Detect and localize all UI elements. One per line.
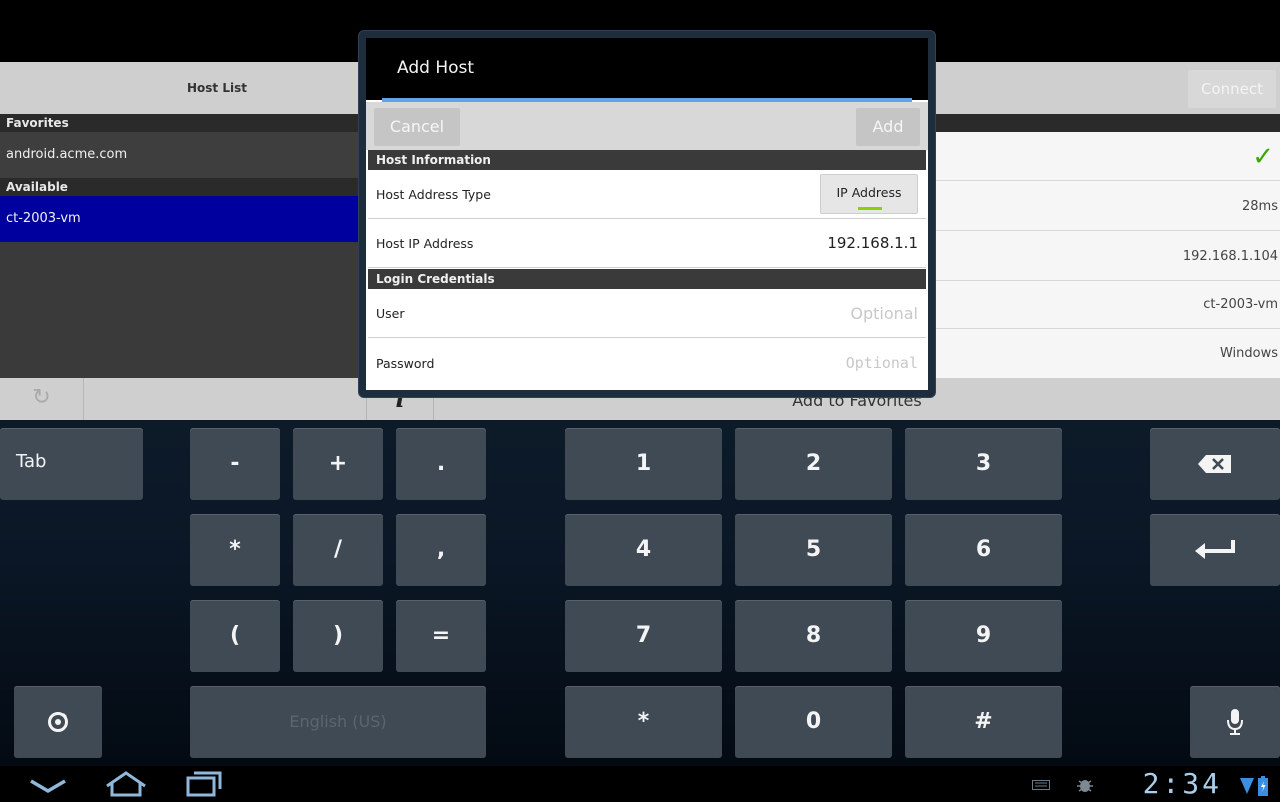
host-ip-address-label: Host IP Address [376, 236, 474, 251]
key-7[interactable]: 7 [565, 600, 722, 672]
password-input[interactable]: Optional [846, 339, 918, 388]
backspace-icon [1198, 455, 1231, 473]
key-close-paren[interactable]: ) [293, 600, 383, 672]
key-settings[interactable] [14, 686, 102, 758]
key-label: , [436, 537, 446, 562]
password-label: Password [376, 356, 435, 371]
cancel-button[interactable]: Cancel [374, 108, 460, 146]
enter-icon [1195, 540, 1235, 559]
key-label: 4 [635, 537, 652, 562]
android-debug-icon [1077, 780, 1093, 792]
wifi-icon [1240, 778, 1254, 794]
detail-latency-value: 28ms [1242, 199, 1278, 214]
login-credentials-section-header: Login Credentials [368, 269, 926, 289]
key-backspace[interactable] [1150, 428, 1280, 500]
key-minus[interactable]: - [190, 428, 280, 500]
clock: 2:34 [1142, 767, 1222, 800]
key-0[interactable]: 0 [735, 686, 892, 758]
key-5[interactable]: 5 [735, 514, 892, 586]
password-row: Password Optional [368, 339, 926, 388]
key-period[interactable]: . [396, 428, 486, 500]
battery-icon [1258, 776, 1268, 796]
keyboard-icon [1032, 780, 1050, 790]
key-label: 6 [975, 537, 992, 562]
key-star[interactable]: * [565, 686, 722, 758]
key-microphone[interactable] [1190, 686, 1280, 758]
space-key-label: English (US) [289, 712, 387, 731]
dialog-button-bar: Cancel Add [366, 102, 928, 150]
key-4[interactable]: 4 [565, 514, 722, 586]
host-address-type-toggle[interactable]: IP Address [820, 174, 918, 214]
detail-hostname-value: ct-2003-vm [1203, 297, 1278, 312]
dialog-title: Add Host [397, 58, 475, 78]
key-label: + [328, 451, 348, 476]
host-information-section-header: Host Information [368, 150, 926, 170]
recent-apps-icon[interactable] [186, 770, 222, 798]
host-ip-address-row: Host IP Address 192.168.1.1 [368, 219, 926, 268]
key-label: 0 [805, 709, 822, 734]
host-ip-address-input[interactable]: 192.168.1.1 [827, 219, 918, 268]
key-hash[interactable]: # [905, 686, 1062, 758]
checkmark-icon: ✓ [1252, 142, 1274, 172]
key-label: . [436, 451, 446, 476]
key-asterisk[interactable]: * [190, 514, 280, 586]
key-label: # [974, 709, 993, 734]
key-comma[interactable]: , [396, 514, 486, 586]
settings-icon [48, 712, 68, 732]
key-2[interactable]: 2 [735, 428, 892, 500]
refresh-icon: ↻ [32, 385, 51, 410]
user-input[interactable]: Optional [850, 289, 918, 338]
detail-ip-value: 192.168.1.104 [1182, 249, 1278, 264]
system-navigation-bar: 2:34 [0, 766, 1280, 802]
back-icon[interactable] [28, 776, 68, 796]
key-label: * [637, 709, 650, 734]
refresh-button[interactable]: ↻ [0, 378, 84, 420]
key-label: 1 [635, 451, 652, 476]
key-tab-label: Tab [16, 451, 47, 472]
toggle-indicator [858, 207, 882, 210]
key-label: = [431, 623, 451, 648]
user-label: User [376, 306, 405, 321]
key-open-paren[interactable]: ( [190, 600, 280, 672]
key-label: ) [332, 623, 344, 648]
add-button[interactable]: Add [856, 108, 920, 146]
key-tab[interactable]: Tab [0, 428, 143, 500]
microphone-icon [1227, 709, 1243, 735]
key-8[interactable]: 8 [735, 600, 892, 672]
key-label: 2 [805, 451, 822, 476]
host-address-type-row: Host Address Type IP Address [368, 170, 926, 219]
key-label: 7 [635, 623, 652, 648]
key-slash[interactable]: / [293, 514, 383, 586]
host-address-type-value: IP Address [836, 185, 902, 200]
key-label: 5 [805, 537, 822, 562]
key-label: 3 [975, 451, 992, 476]
key-label: / [333, 537, 343, 562]
connect-button[interactable]: Connect [1188, 70, 1276, 108]
key-label: 8 [805, 623, 822, 648]
key-equals[interactable]: = [396, 600, 486, 672]
detail-os-value: Windows [1219, 346, 1278, 361]
key-label: ( [229, 623, 241, 648]
key-space[interactable]: English (US) [190, 686, 486, 758]
dialog-title-bar: Add Host [366, 38, 928, 100]
key-plus[interactable]: + [293, 428, 383, 500]
key-label: - [230, 451, 240, 476]
key-1[interactable]: 1 [565, 428, 722, 500]
home-icon[interactable] [104, 770, 148, 798]
key-label: * [229, 537, 241, 562]
key-enter[interactable] [1150, 514, 1280, 586]
add-host-dialog: Add Host Cancel Add Host Information Hos… [366, 38, 928, 390]
key-3[interactable]: 3 [905, 428, 1062, 500]
key-label: 9 [975, 623, 992, 648]
user-row: User Optional [368, 289, 926, 338]
host-address-type-label: Host Address Type [376, 187, 491, 202]
key-9[interactable]: 9 [905, 600, 1062, 672]
on-screen-keyboard: Tab - + . 1 2 3 * / , 4 5 6 ( ) = 7 8 9 … [0, 420, 1280, 766]
key-6[interactable]: 6 [905, 514, 1062, 586]
